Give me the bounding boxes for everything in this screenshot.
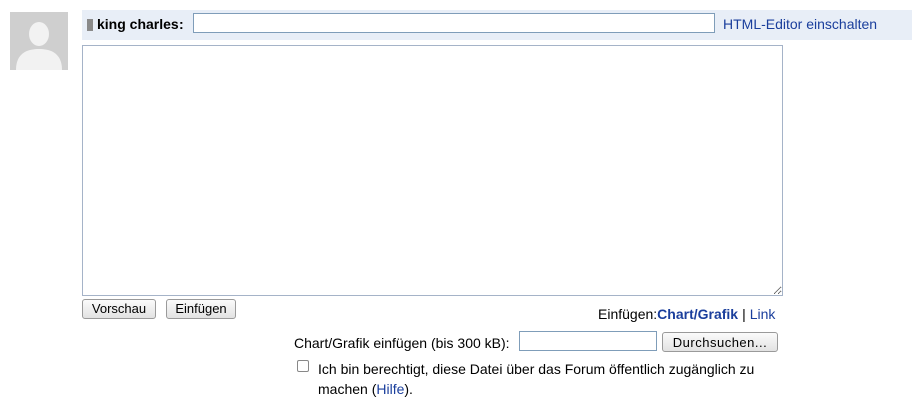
consent-checkbox[interactable] [297, 360, 309, 372]
author-colon: : [179, 16, 184, 32]
html-editor-toggle-link[interactable]: HTML-Editor einschalten [723, 16, 877, 32]
insert-menu-label: Einfügen: [598, 306, 658, 322]
insert-link-link[interactable]: Link [750, 306, 776, 322]
insert-menu-separator: | [742, 306, 746, 322]
file-path-input[interactable] [519, 331, 657, 351]
subject-input[interactable] [193, 13, 715, 33]
consent-text: Ich bin berechtigt, diese Datei über das… [318, 359, 778, 399]
preview-button[interactable]: Vorschau [82, 299, 156, 319]
browse-button[interactable]: Durchsuchen... [662, 332, 778, 352]
insert-chart-link[interactable]: Chart/Grafik [657, 306, 738, 322]
help-link[interactable]: Hilfe [376, 381, 404, 397]
user-silhouette-icon [10, 12, 68, 70]
author-name: king charles [97, 16, 179, 32]
consent-text-after: ). [404, 381, 413, 397]
insert-menu: Einfügen:Chart/Grafik | Link [598, 306, 775, 322]
insert-button[interactable]: Einfügen [166, 299, 236, 319]
author-marker-icon [87, 19, 93, 31]
upload-label: Chart/Grafik einfügen (bis 300 kB): [294, 335, 510, 351]
avatar [10, 12, 68, 70]
message-textarea[interactable] [82, 45, 783, 296]
